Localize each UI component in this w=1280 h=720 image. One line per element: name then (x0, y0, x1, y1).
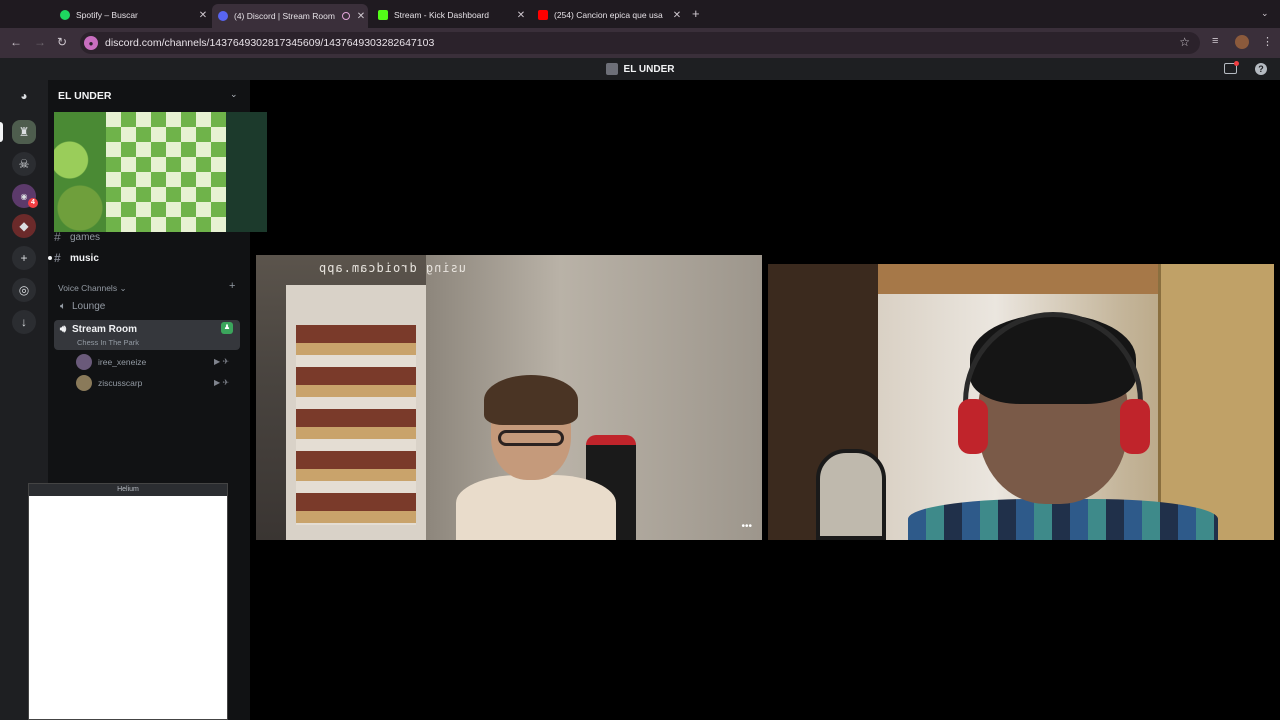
unread-indicator (48, 256, 52, 260)
address-toolbar: ← → ↻ ● discord.com/channels/14376493028… (0, 28, 1280, 58)
category-label: Voice Channels (58, 283, 118, 293)
close-tab-icon[interactable]: ✕ (670, 10, 684, 21)
profile-avatar[interactable] (1235, 35, 1249, 49)
mirror (816, 449, 886, 540)
tab-youtube[interactable]: (254) Cancion epica que usa ✕ (532, 4, 684, 26)
avatar (76, 375, 92, 391)
server-icon[interactable]: ◆ (12, 214, 36, 238)
headphones-band (963, 312, 1143, 412)
unread-badge: 4 (28, 198, 38, 208)
game-scene (54, 112, 106, 232)
close-tab-icon[interactable]: ✕ (354, 11, 368, 22)
tab-title: (254) Cancion epica que usa (554, 10, 663, 20)
url-bar[interactable]: ● discord.com/channels/14376493028173456… (80, 32, 1200, 54)
voice-category[interactable]: Voice Channels ⌄ (58, 283, 127, 294)
help-icon[interactable]: ? (1255, 63, 1267, 75)
activity-icon: ♟ (221, 322, 233, 334)
server-el-under-icon[interactable]: ♜ (12, 120, 36, 144)
forward-icon[interactable]: → (34, 35, 46, 49)
headphone-cup (958, 399, 988, 454)
chevron-down-icon[interactable]: ⌄ (1261, 8, 1269, 19)
close-tab-icon[interactable]: ✕ (514, 10, 528, 21)
participant (908, 304, 1218, 540)
voice-channel-label: Lounge (72, 300, 106, 312)
stream-preview-thumbnail[interactable] (54, 112, 267, 232)
chevron-down-icon[interactable]: ⌄ (230, 89, 238, 100)
server-name[interactable]: EL UNDER (58, 90, 111, 102)
url-text: discord.com/channels/1437649302817345609… (105, 37, 435, 49)
glasses (498, 430, 564, 446)
avatar (76, 354, 92, 370)
channel-label: games (70, 231, 101, 243)
add-server-icon[interactable]: + (12, 246, 36, 270)
spotify-icon (60, 10, 70, 20)
voice-user[interactable]: iree_xeneize (76, 354, 146, 370)
headphone-cup (1120, 399, 1150, 454)
tab-discord[interactable]: (4) Discord | Stream Room ✕ (212, 4, 368, 28)
back-icon[interactable]: ← (10, 35, 22, 49)
kick-icon (378, 10, 388, 20)
explore-icon[interactable]: ◎ (12, 278, 36, 302)
menu-icon[interactable]: ⋮ (1262, 35, 1273, 48)
media-controls-icon[interactable]: ≡ (1212, 35, 1218, 47)
new-tab-icon[interactable]: + (692, 6, 700, 21)
inbox-icon[interactable] (1224, 61, 1239, 74)
chess-board (106, 112, 226, 232)
video-tile-ziscusscarp[interactable] (768, 264, 1274, 540)
voice-user[interactable]: ziscusscarp (76, 375, 142, 391)
tab-kick[interactable]: Stream - Kick Dashboard ✕ (372, 4, 528, 26)
hair (484, 375, 578, 425)
hash-icon: # (54, 251, 61, 265)
participant (456, 375, 616, 540)
channel-games[interactable]: # games (54, 230, 100, 244)
stream-status-icons: ▶ ✈ (214, 357, 230, 366)
close-tab-icon[interactable]: ✕ (196, 10, 210, 21)
tab-title: (4) Discord | Stream Room (234, 11, 335, 21)
channel-music[interactable]: # music (54, 251, 99, 265)
tab-title: Stream - Kick Dashboard (394, 10, 489, 20)
channel-label: music (70, 252, 99, 264)
window-title: EL UNDER (623, 63, 675, 75)
game-panel (226, 112, 267, 232)
youtube-icon (538, 10, 548, 20)
channel-activity: Chess In The Park (77, 338, 139, 347)
voice-channel-lounge[interactable]: 🔈︎ Lounge (54, 295, 240, 317)
shirt (456, 475, 616, 540)
stream-status-icons: ▶ ✈ (214, 378, 230, 387)
droidcam-watermark: using droidcam.app (318, 261, 467, 275)
download-icon[interactable]: ↓ (12, 310, 36, 334)
user-name: iree_xeneize (98, 357, 147, 367)
discord-title-bar: EL UNDER ? (0, 58, 1280, 80)
server-icon[interactable]: ☠ (12, 152, 36, 176)
more-options-icon[interactable]: ••• (741, 521, 752, 532)
hash-icon: # (54, 230, 61, 244)
shirt (908, 499, 1218, 540)
speaker-icon: 🔈︎ (60, 300, 66, 312)
bookshelf (286, 285, 426, 540)
selected-pill (0, 122, 3, 142)
recording-icon (342, 12, 350, 20)
discord-icon (218, 11, 228, 21)
reload-icon[interactable]: ↻ (57, 35, 67, 49)
server-icon (605, 63, 618, 75)
video-tile-iree[interactable]: using droidcam.app ••• (256, 255, 762, 540)
speaker-icon: 🔊︎ (59, 324, 67, 335)
helium-window[interactable]: Helium (28, 483, 228, 720)
voice-channel-label: Stream Room (72, 324, 138, 335)
add-channel-icon[interactable]: + (229, 280, 235, 292)
tab-title: Spotify – Buscar (76, 10, 138, 20)
bookmark-star-icon[interactable]: ☆ (1179, 35, 1190, 49)
site-info-icon[interactable]: ● (84, 36, 98, 50)
user-name: ziscusscarp (98, 378, 143, 388)
discord-home-icon[interactable]: ◕ (12, 84, 36, 108)
browser-tab-bar: Spotify – Buscar ✕ (4) Discord | Stream … (0, 0, 1280, 28)
tab-spotify[interactable]: Spotify – Buscar ✕ (54, 4, 210, 26)
helium-title: Helium (29, 484, 227, 496)
